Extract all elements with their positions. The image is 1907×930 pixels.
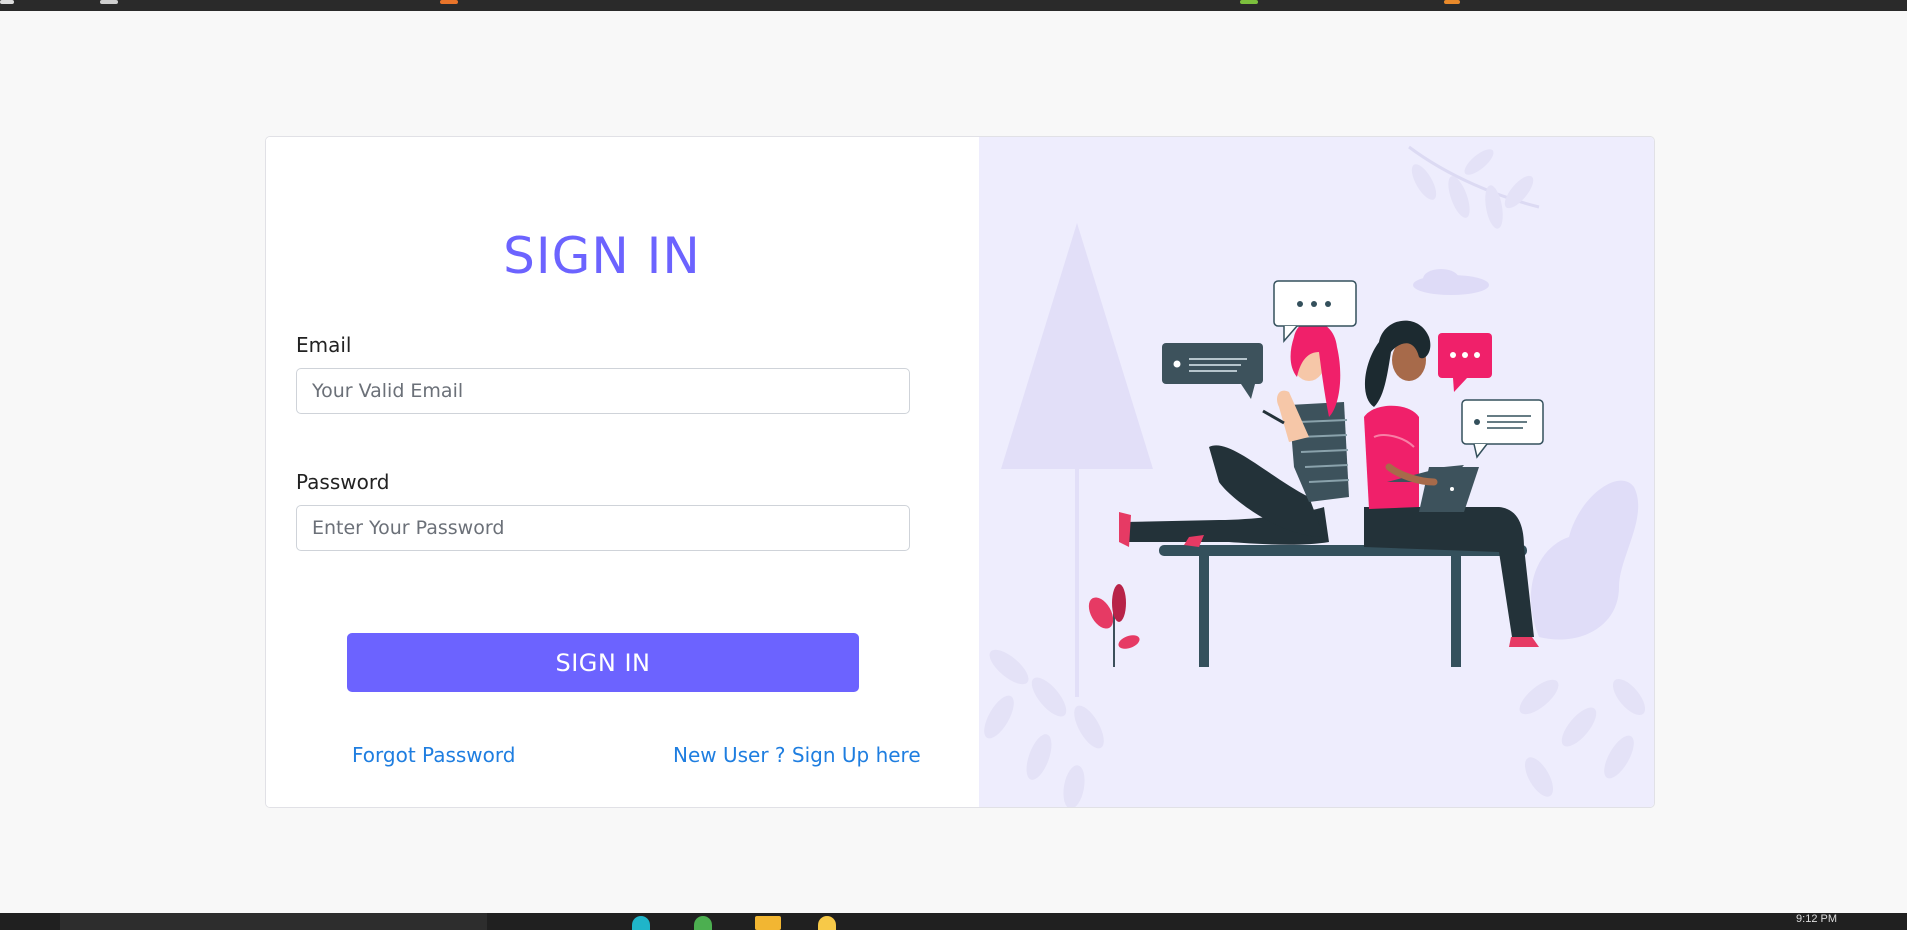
- bush-shape: [1530, 480, 1639, 640]
- cloud-shape: [1423, 269, 1459, 289]
- sign-up-link[interactable]: New User ? Sign Up here: [673, 743, 921, 767]
- leaves-decoration: [1519, 678, 1646, 797]
- browser-tab-icon[interactable]: [0, 0, 14, 4]
- folder-taskbar-icon[interactable]: [755, 916, 781, 930]
- sign-in-form: SIGN IN Email Password SIGN IN Forgot Pa…: [266, 137, 979, 807]
- chat-bubble-icon: [1461, 399, 1544, 459]
- browser-tab-icon[interactable]: [1444, 0, 1460, 4]
- chat-bubble-icon: [1438, 333, 1492, 392]
- app-taskbar-icon[interactable]: [694, 916, 712, 930]
- tree-shape: [1001, 223, 1153, 697]
- leaves-decoration: [984, 649, 1104, 807]
- taskbar-clock[interactable]: 9:12 PM: [1796, 913, 1837, 925]
- chat-bubble-icon: [1162, 343, 1263, 399]
- page-title: SIGN IN: [503, 227, 701, 285]
- sign-in-card: SIGN IN Email Password SIGN IN Forgot Pa…: [265, 136, 1655, 808]
- email-label: Email: [296, 333, 352, 357]
- plant-shape: [1088, 584, 1140, 667]
- os-taskbar: 9:12 PM: [0, 913, 1907, 930]
- bench-shape: [1159, 545, 1527, 667]
- password-label: Password: [296, 470, 390, 494]
- taskbar-search-box[interactable]: [60, 913, 487, 930]
- password-field[interactable]: [296, 505, 910, 551]
- sign-in-button[interactable]: SIGN IN: [347, 633, 859, 692]
- app-taskbar-icon[interactable]: [818, 916, 836, 930]
- browser-taskbar-icon[interactable]: [632, 916, 650, 930]
- chat-illustration: [984, 145, 1646, 807]
- leaves-decoration: [1408, 145, 1540, 229]
- email-field[interactable]: [296, 368, 910, 414]
- browser-tab-icon[interactable]: [100, 0, 118, 4]
- browser-tab-icon[interactable]: [1240, 0, 1258, 4]
- browser-top-bar: [0, 0, 1907, 11]
- forgot-password-link[interactable]: Forgot Password: [352, 743, 515, 767]
- illustration-panel: [979, 137, 1654, 807]
- browser-tab-icon[interactable]: [440, 0, 458, 4]
